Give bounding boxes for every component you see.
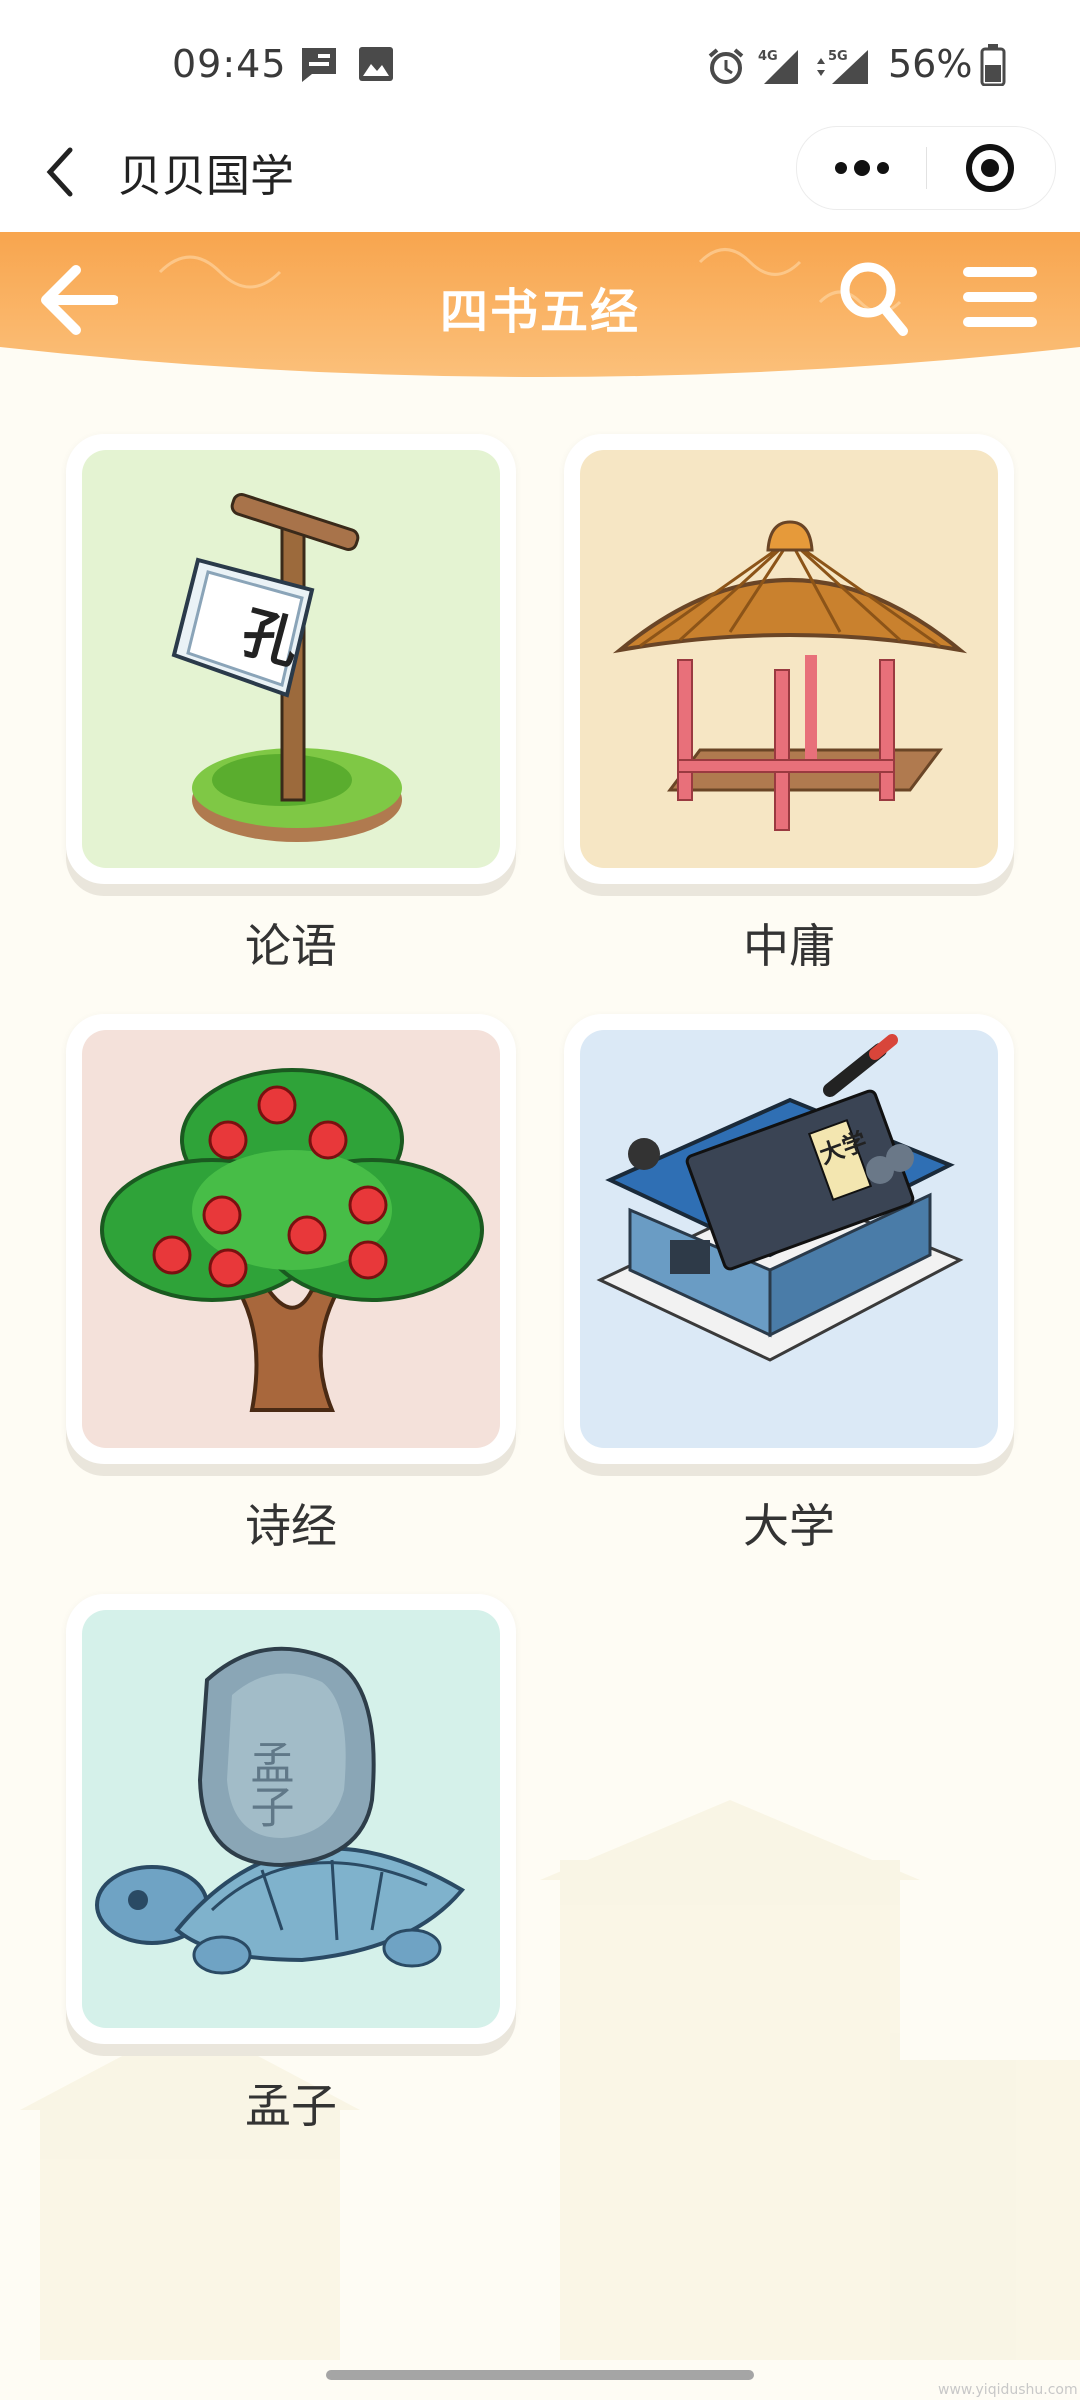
mini-program-title: 贝贝国学 <box>118 151 294 202</box>
home-indicator[interactable] <box>326 2370 754 2380</box>
book-card-daxue[interactable]: 大学 <box>564 1014 1014 1464</box>
more-icon[interactable] <box>819 147 905 189</box>
capsule-menu <box>796 126 1056 210</box>
signal-5g-icon: 5G <box>817 49 868 84</box>
book-card-mengzi[interactable]: 孟子 <box>66 1594 516 2044</box>
mini-program-header: 贝贝国学 <box>0 110 1080 234</box>
battery-icon <box>980 44 1006 86</box>
svg-text:4G: 4G <box>758 49 778 64</box>
book-card-lunyu[interactable]: 孔 <box>66 434 516 884</box>
book-card-shijing[interactable] <box>66 1014 516 1464</box>
alarm-icon <box>708 48 744 84</box>
svg-text:5G: 5G <box>828 49 848 64</box>
card-image: 大学 <box>580 1030 998 1448</box>
book-label-lunyu[interactable]: 论语 <box>66 910 516 976</box>
battery-level: 56% <box>888 42 973 86</box>
nav-title: 四书五经 <box>439 284 640 340</box>
book-label-shijing[interactable]: 诗经 <box>66 1490 516 1556</box>
academy-book-icon: 大学 <box>596 1034 964 1362</box>
card-image: 孟子 <box>82 1610 500 2028</box>
capsule-divider <box>926 147 927 189</box>
book-label-zhongyong[interactable]: 中庸 <box>564 910 1014 976</box>
book-card-zhongyong[interactable] <box>564 434 1014 884</box>
search-icon[interactable] <box>836 258 910 338</box>
status-time: 09:45 <box>172 42 287 86</box>
card-image <box>580 450 998 868</box>
tortoise-stele-icon: 孟子 <box>95 1646 466 1975</box>
image-icon <box>359 47 393 81</box>
mengzi-stele-text: 孟子 <box>243 1740 294 1828</box>
signal-4g-icon: 4G <box>758 49 798 84</box>
book-label-mengzi[interactable]: 孟子 <box>66 2070 516 2136</box>
apple-tree-icon <box>100 1068 484 1412</box>
back-icon[interactable] <box>36 142 88 202</box>
card-image <box>82 1030 500 1448</box>
confucius-sign-icon: 孔 <box>171 492 402 842</box>
message-icon <box>302 48 336 82</box>
card-image: 孔 <box>82 450 500 868</box>
pavilion-icon <box>612 520 968 831</box>
menu-icon[interactable] <box>962 264 1038 330</box>
watermark: www.yiqidushu.com <box>938 2382 1078 2398</box>
book-label-daxue[interactable]: 大学 <box>564 1490 1014 1556</box>
close-miniprogram-icon[interactable] <box>947 137 1033 199</box>
